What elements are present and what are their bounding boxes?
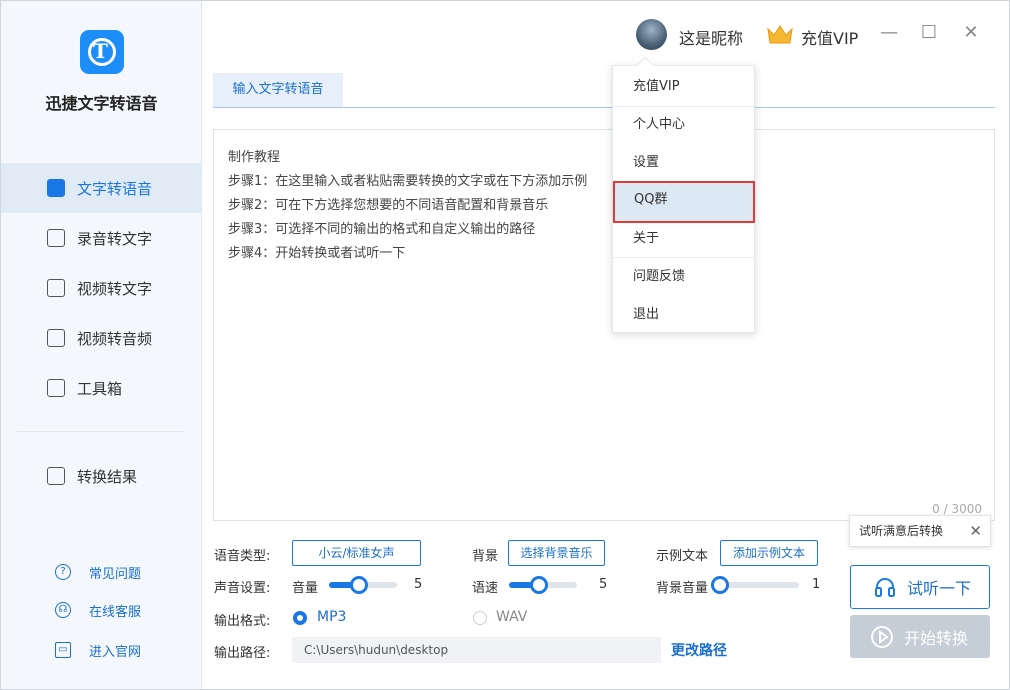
online-support-label: 在线客服: [89, 604, 142, 620]
sidebar-item-video-to-audio[interactable]: 视频转音频: [1, 313, 201, 363]
text-editor[interactable]: 制作教程 步骤1：在这里输入或者粘贴需要转换的文字或在下方添加示例 步骤2：可在…: [213, 129, 995, 521]
editor-line: 步骤2：可在下方选择您想要的不同语音配置和背景音乐: [228, 198, 549, 213]
select-bg-music-button[interactable]: 选择背景音乐: [508, 540, 605, 566]
audio-to-text-icon: [47, 229, 65, 247]
sidebar-item-video-to-text[interactable]: 视频转文字: [1, 263, 201, 313]
sample-text-label: 示例文本: [656, 549, 709, 564]
vip-crown-icon: [767, 25, 793, 44]
menu-item-qq-group[interactable]: QQ群: [613, 181, 755, 223]
format-wav-label[interactable]: WAV: [496, 609, 527, 625]
logo-letter: T: [93, 39, 108, 63]
sidebar: T 迅捷文字转语音 文字转语音 录音转文字 视频转文字 视频转音频 工具箱 转换…: [1, 1, 202, 689]
start-convert-button[interactable]: 开始转换: [850, 615, 990, 658]
output-path-label: 输出路径:: [214, 646, 271, 661]
headset-icon: ☊: [55, 602, 71, 618]
sidebar-item-label: 文字转语音: [77, 179, 153, 198]
listen-tooltip: 试听满意后转换 ✕: [849, 515, 991, 547]
char-counter: 0 / 3000: [932, 502, 982, 516]
sidebar-item-label: 视频转音频: [77, 329, 153, 348]
change-path-link[interactable]: 更改路径: [671, 640, 727, 660]
add-sample-text-button[interactable]: 添加示例文本: [720, 540, 818, 566]
avatar[interactable]: [636, 19, 667, 50]
close-button[interactable]: ✕: [957, 19, 985, 47]
volume-value: 5: [414, 577, 423, 592]
speed-slider-handle[interactable]: [530, 576, 548, 594]
listen-button[interactable]: 试听一下: [850, 565, 990, 609]
start-convert-label: 开始转换: [904, 628, 969, 648]
video-to-audio-icon: [47, 329, 65, 347]
sidebar-divider: [17, 431, 185, 432]
volume-slider-handle[interactable]: [350, 576, 368, 594]
tooltip-close-icon[interactable]: ✕: [969, 516, 982, 546]
website-label: 进入官网: [89, 644, 142, 660]
format-wav-radio[interactable]: [473, 611, 487, 625]
editor-line: 步骤1：在这里输入或者粘贴需要转换的文字或在下方添加示例: [228, 174, 588, 189]
user-dropdown-menu: 充值VIP 个人中心 设置 QQ群 关于 问题反馈 退出: [612, 56, 755, 334]
sidebar-item-label: 转换结果: [77, 467, 138, 486]
background-label: 背景: [472, 549, 499, 564]
sidebar-item-label: 录音转文字: [77, 229, 153, 248]
sidebar-item-results[interactable]: 转换结果: [1, 451, 201, 501]
output-path-field[interactable]: C:\Users\hudun\desktop: [292, 637, 661, 663]
app-logo-icon: T: [80, 30, 124, 74]
volume-label: 音量: [292, 581, 319, 596]
bg-volume-value: 1: [812, 577, 821, 592]
editor-line: 步骤4：开始转换或者试听一下: [228, 246, 406, 261]
website-icon: ▭: [55, 642, 71, 658]
voice-type-label: 语音类型:: [214, 549, 271, 564]
tab-underline: [213, 107, 995, 108]
sidebar-item-toolbox[interactable]: 工具箱: [1, 363, 201, 413]
faq-label: 常见问题: [89, 566, 142, 582]
sidebar-item-label: 视频转文字: [77, 279, 153, 298]
website-link[interactable]: ▭ 进入官网: [1, 635, 201, 665]
menu-item-settings[interactable]: 设置: [613, 144, 754, 182]
menu-item-vip[interactable]: 充值VIP: [613, 68, 754, 106]
question-icon: ?: [55, 564, 71, 580]
sound-settings-label: 声音设置:: [214, 581, 271, 596]
faq-link[interactable]: ? 常见问题: [1, 557, 201, 587]
output-format-label: 输出格式:: [214, 614, 271, 629]
app-title: 迅捷文字转语音: [45, 94, 158, 113]
vip-recharge-link[interactable]: 充值VIP: [801, 25, 858, 49]
bg-volume-slider-handle[interactable]: [711, 576, 729, 594]
format-mp3-radio[interactable]: [293, 611, 307, 625]
sidebar-item-text-to-speech[interactable]: 文字转语音: [1, 163, 201, 213]
tab-input-text-to-speech[interactable]: 输入文字转语音: [213, 73, 343, 107]
speed-label: 语速: [472, 581, 499, 596]
toolbox-icon: [47, 379, 65, 397]
menu-item-logout[interactable]: 退出: [613, 296, 754, 334]
menu-item-profile[interactable]: 个人中心: [613, 106, 754, 144]
menu-item-about[interactable]: 关于: [613, 220, 754, 258]
format-mp3-label[interactable]: MP3: [317, 609, 346, 625]
video-to-text-icon: [47, 279, 65, 297]
sidebar-item-label: 工具箱: [77, 379, 123, 398]
sidebar-item-audio-to-text[interactable]: 录音转文字: [1, 213, 201, 263]
listen-label: 试听一下: [907, 579, 972, 598]
bg-volume-slider[interactable]: [711, 576, 799, 594]
play-icon: [871, 625, 893, 648]
user-nickname[interactable]: 这是昵称: [679, 25, 743, 49]
editor-line: 制作教程: [228, 150, 281, 165]
online-support-link[interactable]: ☊ 在线客服: [1, 595, 201, 625]
volume-slider[interactable]: [329, 576, 397, 594]
tooltip-text: 试听满意后转换: [859, 524, 944, 538]
minimize-button[interactable]: —: [875, 19, 903, 47]
headphones-icon: [875, 578, 895, 597]
results-icon: [47, 467, 65, 485]
menu-item-feedback[interactable]: 问题反馈: [613, 258, 754, 296]
voice-type-button[interactable]: 小云/标准女声: [292, 540, 421, 566]
speed-value: 5: [599, 577, 608, 592]
speed-slider[interactable]: [509, 576, 577, 594]
text-to-speech-icon: [47, 179, 65, 197]
bg-volume-label: 背景音量: [656, 581, 709, 596]
maximize-button[interactable]: ☐: [915, 19, 943, 47]
editor-line: 步骤3：可选择不同的输出的格式和自定义输出的路径: [228, 222, 536, 237]
